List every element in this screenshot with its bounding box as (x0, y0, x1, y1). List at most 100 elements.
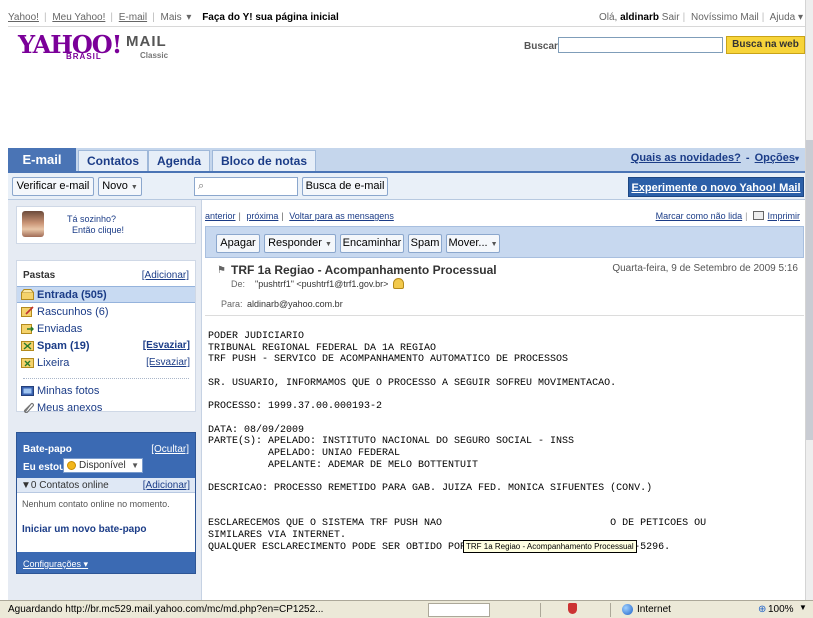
username: aldinarb (620, 12, 659, 23)
message-date: Quarta-feira, 9 de Setembro de 2009 5:16 (612, 263, 798, 274)
folder-attachments-label: Meus anexos (37, 402, 103, 414)
folder-spam[interactable]: Spam (19) [Esvaziar] (17, 338, 195, 355)
check-mail-button[interactable]: Verificar e-mail (12, 177, 94, 196)
folder-drafts[interactable]: Rascunhos (6) (17, 304, 195, 321)
reply-chevron-icon: ▼ (324, 241, 332, 248)
photos-icon (21, 386, 34, 396)
subject-tooltip: TRF 1a Regiao - Acompanhamento Processua… (463, 540, 637, 553)
status-progress-pane (428, 603, 490, 617)
chat-promo-line2[interactable]: Então clique! (72, 225, 124, 235)
email-link[interactable]: E-mail (119, 12, 147, 23)
message-body: PODER JUDICIARIO TRIBUNAL REGIONAL FEDER… (205, 318, 804, 600)
whatsnew-separator: - (745, 152, 750, 164)
security-zone: Internet (637, 604, 671, 615)
sent-icon (21, 324, 34, 334)
add-contact-link[interactable]: [Adicionar] (143, 480, 190, 491)
chat-status-select[interactable]: Disponível ▼ (63, 458, 143, 473)
message-recipient: aldinarb@yahoo.com.br (247, 299, 343, 309)
move-chevron-icon: ▼ (490, 241, 498, 248)
my-yahoo-link[interactable]: Meu Yahoo! (52, 12, 105, 23)
web-search-button[interactable]: Busca na web (726, 36, 805, 54)
security-shield-icon[interactable] (568, 603, 577, 614)
move-button[interactable]: Mover... ▼ (446, 234, 500, 253)
spam-button[interactable]: Spam (408, 234, 442, 253)
avatar (22, 211, 44, 237)
empty-spam-link[interactable]: [Esvaziar] (143, 340, 190, 351)
search-mail-button[interactable]: Busca de e-mail (302, 177, 388, 196)
tab-notepad[interactable]: Bloco de notas (212, 150, 316, 171)
next-message-link[interactable]: próxima (246, 211, 278, 221)
folder-spam-label: Spam (19) (37, 340, 90, 352)
forward-button[interactable]: Encaminhar (340, 234, 404, 253)
folder-drafts-label: Rascunhos (6) (37, 306, 109, 318)
chat-settings-menu[interactable]: Configurações ▾ (23, 559, 88, 570)
browser-window: Yahoo! | Meu Yahoo! | E-mail | Mais ▾ Faça … (0, 0, 813, 618)
online-contacts-count: ▼0 Contatos online (21, 480, 109, 491)
flag-icon[interactable]: ⚑ (217, 265, 226, 276)
zoom-chevron-icon[interactable]: ▼ (799, 603, 807, 612)
chat-status-value: Disponível (79, 460, 126, 471)
folder-sent[interactable]: Enviadas (17, 321, 195, 338)
delete-button[interactable]: Apagar (216, 234, 260, 253)
chat-status-label: Eu estou (23, 462, 66, 473)
available-status-icon (67, 461, 76, 470)
empty-trash-link[interactable]: [Esvaziar] (146, 357, 190, 368)
newest-mail-link[interactable]: Novíssimo Mail (691, 12, 759, 23)
try-new-yahoo-mail-button[interactable]: Experimente o novo Yahoo! Mail (628, 177, 804, 197)
make-homepage-link[interactable]: Faça do Y! sua página inicial (202, 12, 339, 23)
logo-brasil-text: BRASIL (66, 52, 102, 61)
more-menu[interactable]: Mais ▾ (160, 12, 191, 23)
logo-classic-text: Classic (140, 51, 169, 60)
options-menu[interactable]: Opções (755, 152, 795, 164)
print-icon[interactable] (752, 211, 764, 220)
web-search-input[interactable] (558, 37, 723, 53)
hide-chat-link[interactable]: [Ocultar] (151, 444, 189, 455)
mail-search-input[interactable]: ⌕ (194, 177, 298, 196)
paperclip-icon (23, 402, 34, 413)
spam-icon (21, 341, 34, 351)
search-label: Buscar: (524, 41, 562, 52)
message-header: ⚑ TRF 1a Regiao - Acompanhamento Process… (205, 258, 804, 316)
new-button[interactable]: Novo ▼ (98, 177, 142, 196)
yahoo-mail-logo[interactable]: YAHOO! BRASIL MAIL Classic (18, 30, 178, 66)
folder-inbox-label: Entrada (505) (37, 289, 107, 301)
tab-email[interactable]: E-mail (8, 148, 76, 173)
scrollbar-thumb[interactable] (806, 140, 813, 440)
folder-divider (23, 378, 189, 379)
no-contacts-message: Nenhum contato online no momento. (22, 499, 170, 509)
folder-photos[interactable]: Minhas fotos (17, 383, 195, 400)
print-link[interactable]: Imprimir (768, 211, 801, 221)
start-chat-link[interactable]: Iniciar um novo bate-papo (22, 524, 146, 535)
folders-panel: Pastas [Adicionar] Entrada (505) Rascunh… (16, 260, 196, 414)
online-contacts-header[interactable]: ▼0 Contatos online [Adicionar] (17, 478, 195, 493)
drafts-icon (21, 306, 34, 317)
inbox-icon (21, 289, 34, 300)
message-toolbar: Apagar Responder ▼ Encaminhar Spam Mover.… (205, 226, 804, 258)
message-nav: anterior | próxima | Voltar para as mensag… (205, 211, 801, 221)
tab-calendar[interactable]: Agenda (148, 150, 210, 171)
reply-button[interactable]: Responder ▼ (264, 234, 336, 253)
mark-unread-link[interactable]: Marcar como não lida (656, 211, 743, 221)
yahoo-link[interactable]: Yahoo! (8, 12, 39, 23)
previous-message-link[interactable]: anterior (205, 211, 236, 221)
back-to-messages-link[interactable]: Voltar para as mensagens (289, 211, 394, 221)
main-tabs: E-mail Contatos Agenda Bloco de notas Qu… (8, 148, 805, 173)
folder-trash[interactable]: Lixeira [Esvaziar] (17, 355, 195, 372)
message-body-text: PODER JUDICIARIO TRIBUNAL REGIONAL FEDER… (208, 331, 707, 553)
signout-link[interactable]: Sair (662, 12, 680, 23)
chat-promo-line1[interactable]: Tá sozinho? (67, 214, 116, 224)
help-menu[interactable]: Ajuda ▾ (770, 12, 803, 23)
chat-promo[interactable]: Tá sozinho? Então clique! (16, 206, 196, 244)
tab-contacts[interactable]: Contatos (78, 150, 148, 171)
vertical-scrollbar[interactable] (805, 0, 813, 600)
zoom-icon[interactable]: ⊕ (758, 604, 766, 615)
add-folder-link[interactable]: [Adicionar] (142, 270, 189, 281)
chat-panel: Bate-papo [Ocultar] Eu estou Disponível … (16, 432, 196, 574)
folder-attachments[interactable]: Meus anexos (17, 400, 195, 417)
zoom-level[interactable]: 100% (768, 604, 794, 615)
folder-inbox[interactable]: Entrada (505) (17, 286, 195, 303)
add-contact-icon[interactable] (393, 278, 404, 289)
universal-header: Yahoo! | Meu Yahoo! | E-mail | Mais ▾ Faça … (8, 8, 805, 27)
whatsnew-link[interactable]: Quais as novidades? (631, 152, 741, 164)
options-chevron-icon: ▾ (794, 154, 799, 163)
